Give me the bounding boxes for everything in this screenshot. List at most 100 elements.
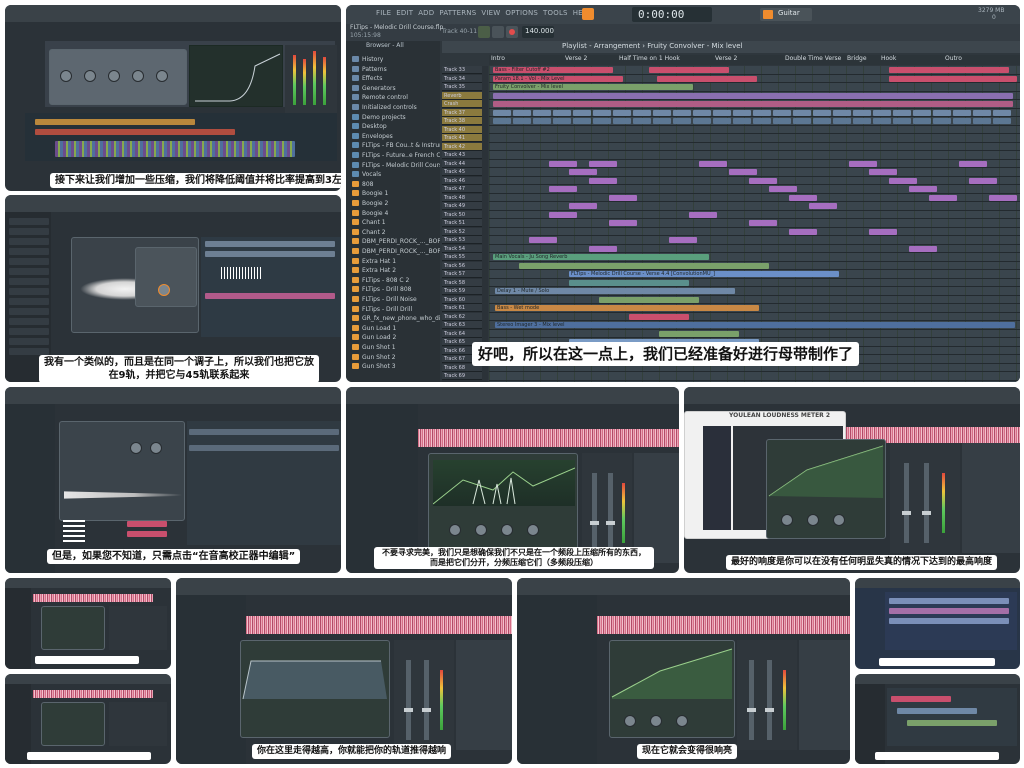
playlist-clip[interactable] bbox=[549, 186, 577, 192]
track-header[interactable]: Track 33 bbox=[442, 66, 482, 74]
browser-item[interactable]: Extra Hat 1 bbox=[352, 257, 396, 267]
playlist-clip[interactable] bbox=[573, 109, 591, 116]
playlist-clip[interactable] bbox=[653, 109, 671, 116]
browser-item[interactable]: Initialized controls bbox=[352, 103, 417, 113]
playlist-clip[interactable] bbox=[873, 118, 891, 124]
browser-item[interactable]: Gun Shot 3 bbox=[352, 362, 396, 372]
playlist-clip[interactable] bbox=[953, 109, 971, 116]
browser-item[interactable]: FLTips - Future..e French Course bbox=[352, 151, 440, 161]
pattern-clip[interactable] bbox=[889, 598, 1009, 604]
pattern-clip[interactable] bbox=[189, 445, 339, 451]
pitch-knob[interactable] bbox=[130, 442, 142, 454]
playlist-clip[interactable] bbox=[673, 109, 691, 116]
browser-item[interactable]: Envelopes bbox=[352, 132, 393, 142]
playlist-clip[interactable] bbox=[573, 118, 591, 124]
time-knob[interactable] bbox=[150, 442, 162, 454]
playlist-clip[interactable] bbox=[833, 109, 851, 116]
browser-item[interactable]: GR_fx_new_phone_who_dis_Climix bbox=[352, 314, 440, 324]
pattern-clip[interactable] bbox=[55, 141, 295, 157]
playlist-clip[interactable] bbox=[749, 220, 777, 226]
playlist-clip[interactable] bbox=[889, 177, 917, 184]
pattern-clip[interactable] bbox=[35, 129, 235, 135]
band-knob[interactable] bbox=[650, 715, 662, 727]
browser-item[interactable]: FLTips - 808 C 2 bbox=[352, 276, 409, 286]
menu-view[interactable]: VIEW bbox=[481, 9, 500, 17]
fader[interactable] bbox=[590, 473, 599, 553]
pattern-clip[interactable] bbox=[897, 708, 977, 714]
track-header[interactable]: Track 64 bbox=[442, 329, 482, 338]
band-knob[interactable] bbox=[676, 715, 688, 727]
playlist-clip[interactable]: Main Vocals - Ju Song Reverb bbox=[493, 254, 709, 260]
track-header[interactable]: Track 38 bbox=[442, 117, 482, 125]
playlist-clip[interactable] bbox=[813, 118, 831, 124]
fader[interactable] bbox=[422, 660, 431, 740]
playlist-clip[interactable] bbox=[689, 211, 717, 218]
pattern-clip[interactable] bbox=[891, 696, 951, 702]
playlist-clip[interactable] bbox=[893, 118, 911, 124]
playlist-clip[interactable] bbox=[773, 109, 791, 116]
browser-item[interactable]: DBM_PERDI_ROCK_..._BOPM_F-MINOR bbox=[352, 247, 440, 257]
playlist-clip[interactable] bbox=[493, 92, 1013, 99]
track-header[interactable]: Track 52 bbox=[442, 227, 482, 236]
playlist-clip[interactable] bbox=[513, 109, 531, 116]
pattern-clip[interactable] bbox=[907, 720, 997, 726]
playlist-clip[interactable] bbox=[833, 118, 851, 124]
playlist-clip[interactable] bbox=[549, 211, 577, 218]
playlist-clip[interactable] bbox=[533, 118, 551, 124]
playlist-clip[interactable] bbox=[609, 194, 637, 201]
track-header[interactable]: Track 51 bbox=[442, 219, 482, 227]
record-button[interactable] bbox=[506, 26, 518, 38]
fader[interactable] bbox=[765, 660, 774, 740]
playlist-clip[interactable] bbox=[959, 160, 987, 167]
track-header[interactable]: Track 57 bbox=[442, 270, 482, 278]
pattern-clip[interactable] bbox=[205, 293, 335, 299]
playlist-clip[interactable] bbox=[973, 109, 991, 116]
playlist-clip[interactable] bbox=[673, 118, 691, 124]
playlist-clip[interactable] bbox=[609, 220, 637, 226]
playlist-clip[interactable] bbox=[533, 109, 551, 116]
menu-options[interactable]: OPTIONS bbox=[505, 9, 538, 17]
playlist-clip[interactable] bbox=[699, 160, 727, 167]
browser-item[interactable]: Remote control bbox=[352, 93, 408, 103]
track-header[interactable]: Track 54 bbox=[442, 244, 482, 253]
track-header[interactable]: Track 69 bbox=[442, 372, 482, 380]
gain-knob[interactable] bbox=[156, 70, 168, 82]
track-header[interactable]: Track 46 bbox=[442, 176, 482, 185]
playlist-clip[interactable] bbox=[569, 169, 597, 175]
playlist-clip[interactable] bbox=[853, 118, 871, 124]
browser-item[interactable]: Patterns bbox=[352, 65, 387, 75]
browser-item[interactable]: Gun Shot 2 bbox=[352, 353, 396, 363]
playlist-clip[interactable] bbox=[989, 194, 1017, 201]
playlist-clip[interactable] bbox=[633, 118, 651, 124]
playlist-clip[interactable] bbox=[589, 245, 617, 252]
playlist-clip[interactable] bbox=[569, 203, 597, 209]
playlist-clip[interactable] bbox=[659, 330, 739, 337]
playlist-clip[interactable] bbox=[693, 118, 711, 124]
band-knob[interactable] bbox=[501, 524, 513, 536]
tempo-box[interactable]: 140.000 bbox=[522, 26, 554, 38]
playlist-clip[interactable] bbox=[493, 118, 511, 124]
timeline-marker[interactable]: Verse 2 bbox=[565, 55, 587, 62]
pattern-clip[interactable] bbox=[127, 531, 167, 537]
menu-file[interactable]: FILE bbox=[376, 9, 391, 17]
attack-knob[interactable] bbox=[108, 70, 120, 82]
playlist-clip[interactable] bbox=[553, 109, 571, 116]
playlist-clip[interactable] bbox=[793, 118, 811, 124]
track-header[interactable]: Track 60 bbox=[442, 295, 482, 304]
threshold-knob[interactable] bbox=[60, 70, 72, 82]
browser-item[interactable]: Gun Shot 1 bbox=[352, 343, 396, 353]
playlist-clip[interactable] bbox=[589, 160, 617, 167]
browser-item[interactable]: FLTips - Drill Drill bbox=[352, 305, 412, 315]
browser-item[interactable]: Chant 1 bbox=[352, 218, 386, 228]
playlist-clip[interactable] bbox=[753, 118, 771, 124]
band-knob[interactable] bbox=[527, 524, 539, 536]
playlist-clip[interactable]: Delay 1 - Mute / Solo bbox=[495, 288, 735, 294]
playlist-clip[interactable] bbox=[973, 118, 991, 124]
playlist-clip[interactable] bbox=[953, 118, 971, 124]
playlist-clip[interactable] bbox=[593, 118, 611, 124]
playlist-clip[interactable] bbox=[493, 101, 1013, 107]
browser-item[interactable]: Gun Load 1 bbox=[352, 324, 396, 334]
track-header[interactable]: Track 50 bbox=[442, 210, 482, 219]
playlist-clip[interactable] bbox=[569, 279, 689, 286]
playlist-clip[interactable] bbox=[693, 109, 711, 116]
